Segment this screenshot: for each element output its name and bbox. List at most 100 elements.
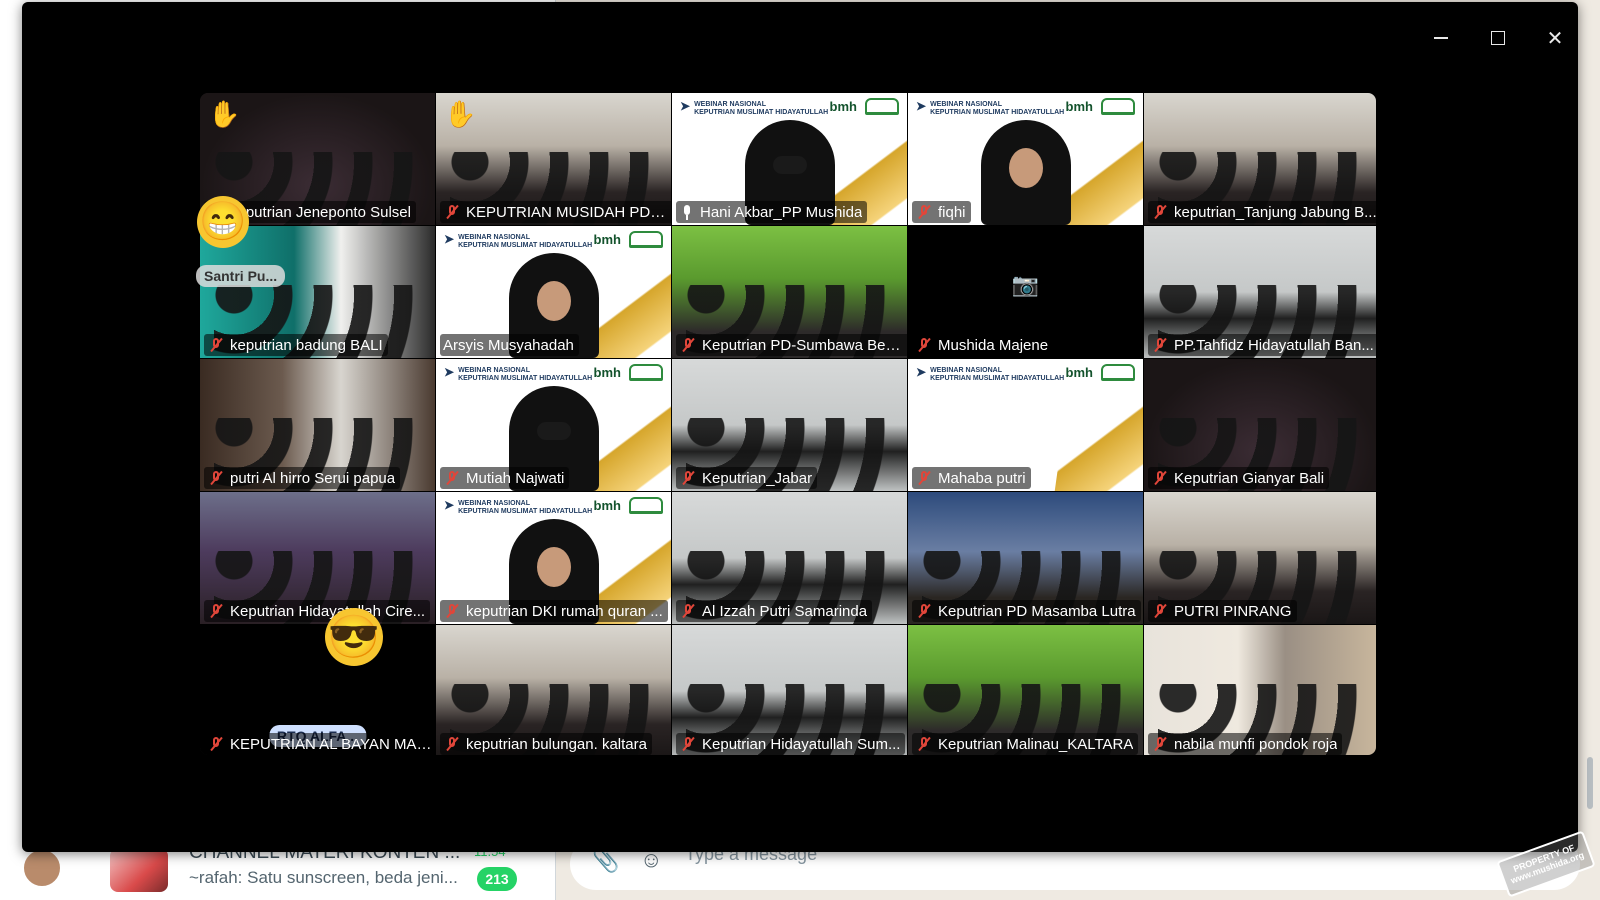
participant-name: keputrian_Tanjung Jabung B... (1174, 203, 1376, 221)
webinar-logos: bmh (594, 497, 663, 514)
webinar-header: ➤ WEBINAR NASIONAL KEPUTRIAN MUSLIMAT HIDA… (916, 366, 1065, 382)
webinar-arrow-icon: ➤ (444, 365, 455, 379)
participant-name: keputrian DKI rumah quran ... (466, 602, 663, 620)
microphone-muted-icon (1151, 336, 1169, 354)
speaker-face (1008, 148, 1043, 188)
participant-tile[interactable]: Al Izzah Putri Samarinda (672, 492, 907, 624)
participant-tile[interactable]: nabila munfi pondok roja (1144, 625, 1376, 755)
participant-name: Keputrian Gianyar Bali (1174, 469, 1325, 487)
participant-name: PUTRI PINRANG (1174, 602, 1292, 620)
meeting-window: ✕ ✋ keputrian Jeneponto Sulsel ✋ KEPUTRIAN … (22, 2, 1578, 852)
chat-scrollbar[interactable] (1587, 757, 1593, 809)
participant-name-bar: Mahaba putri (912, 467, 1031, 489)
participant-name: keputrian badung BALI (230, 336, 383, 354)
webinar-logos: bmh (1066, 364, 1135, 381)
hidayatullah-logo-icon (1101, 98, 1135, 115)
participant-tile[interactable]: ➤ WEBINAR NASIONAL KEPUTRIAN MUSLIMAT HIDA… (436, 492, 671, 624)
microphone-muted-icon (1151, 735, 1169, 753)
webinar-arrow-icon: ➤ (916, 99, 927, 113)
participant-name-bar: keputrian DKI rumah quran ... (440, 600, 668, 622)
participant-tile[interactable]: 📷 Mushida Majene (908, 226, 1143, 358)
participant-tile[interactable]: Keputrian PD-Sumbawa Bes... (672, 226, 907, 358)
profile-avatar[interactable] (22, 848, 62, 888)
maximize-button[interactable] (1482, 24, 1514, 52)
bmh-logo-icon: bmh (829, 99, 857, 114)
speaker-face (536, 281, 571, 321)
webinar-header: ➤ WEBINAR NASIONAL KEPUTRIAN MUSLIMAT HIDA… (680, 99, 829, 116)
microphone-muted-icon (915, 203, 933, 221)
participant-tile[interactable]: ➤ WEBINAR NASIONAL KEPUTRIAN MUSLIMAT HIDA… (908, 359, 1143, 491)
webinar-header: ➤ WEBINAR NASIONAL KEPUTRIAN MUSLIMAT HIDA… (916, 99, 1064, 116)
microphone-muted-icon (915, 336, 933, 354)
participant-name-bar: fiqhi (912, 201, 971, 223)
chat-preview[interactable]: ~rafah: Satu sunscreen, beda jeni... (189, 868, 458, 888)
santri-avatar-label: Santri Pu... (196, 265, 286, 287)
participant-tile[interactable]: keputrian_Tanjung Jabung B... (1144, 93, 1376, 225)
webinar-header: ➤ WEBINAR NASIONAL KEPUTRIAN MUSLIMAT HIDA… (444, 498, 593, 515)
webinar-logos: bmh (830, 98, 899, 115)
microphone-muted-icon (679, 336, 697, 354)
participant-name-bar: keputrian bulungan. kaltara (440, 733, 652, 755)
participant-name: keputrian bulungan. kaltara (466, 735, 647, 753)
participant-tile[interactable]: Keputrian Malinau_KALTARA (908, 625, 1143, 755)
participant-name: Arsyis Musyahadah (443, 336, 574, 354)
participant-name-bar: Arsyis Musyahadah (440, 334, 579, 356)
webinar-title: WEBINAR NASIONAL KEPUTRIAN MUSLIMAT HIDAY… (458, 500, 593, 515)
participant-name: KEPUTRIAN MUSIDAH PD B... (466, 203, 669, 221)
raised-hand-icon: ✋ (208, 99, 241, 129)
participant-tile[interactable]: ➤ WEBINAR NASIONAL KEPUTRIAN MUSLIMAT HIDA… (672, 93, 907, 225)
participant-tile[interactable]: Keputrian_Jabar (672, 359, 907, 491)
participant-tile[interactable]: PP.Tahfidz Hidayatullah Ban... (1144, 226, 1376, 358)
participant-name: Al Izzah Putri Samarinda (702, 602, 868, 620)
speaker-face (536, 547, 571, 587)
participant-name-bar: nabila munfi pondok roja (1148, 733, 1343, 755)
microphone-muted-icon (443, 469, 461, 487)
participant-tile[interactable]: Keputrian Gianyar Bali (1144, 359, 1376, 491)
participant-name-bar: keputrian_Tanjung Jabung B... (1148, 201, 1376, 223)
microphone-muted-icon (679, 602, 697, 620)
participant-name: Keputrian Hidayatullah Sum... (702, 735, 901, 753)
microphone-muted-icon (207, 336, 225, 354)
participant-tile[interactable]: Keputrian Hidayatullah Cire... (200, 492, 435, 624)
minimize-icon (1434, 37, 1448, 39)
raised-hand-icon: ✋ (444, 99, 477, 129)
participant-tile[interactable]: Keputrian PD Masamba Lutra (908, 492, 1143, 624)
participant-tile[interactable]: RTQ ALFA...KEPUTRIAN AL BAYAN MAK... (200, 625, 435, 755)
webinar-title: WEBINAR NASIONAL KEPUTRIAN MUSLIMAT HIDAY… (694, 101, 829, 116)
hidayatullah-logo-icon (1101, 364, 1135, 381)
participant-name: Keputrian PD-Sumbawa Bes... (702, 336, 905, 354)
microphone-muted-icon (1151, 203, 1169, 221)
webinar-title: WEBINAR NASIONAL KEPUTRIAN MUSLIMAT HIDAY… (458, 234, 593, 249)
participant-tile[interactable]: ➤ WEBINAR NASIONAL KEPUTRIAN MUSLIMAT HIDA… (908, 93, 1143, 225)
participant-name-bar: Keputrian Hidayatullah Cire... (204, 600, 431, 622)
microphone-muted-icon (679, 735, 697, 753)
participant-tile[interactable]: ➤ WEBINAR NASIONAL KEPUTRIAN MUSLIMAT HIDA… (436, 226, 671, 358)
minimize-button[interactable] (1425, 24, 1457, 52)
participant-tile[interactable]: ➤ WEBINAR NASIONAL KEPUTRIAN MUSLIMAT HIDA… (436, 359, 671, 491)
participant-name-bar: Keputrian Hidayatullah Sum... (676, 733, 906, 755)
participant-name: KEPUTRIAN AL BAYAN MAK... (230, 735, 433, 753)
participant-tile[interactable]: ✋ KEPUTRIAN MUSIDAH PD B... (436, 93, 671, 225)
participant-name-bar: KEPUTRIAN AL BAYAN MAK... (204, 733, 435, 755)
participant-name-bar: Keputrian PD-Sumbawa Bes... (676, 334, 907, 356)
participant-tile[interactable]: putri Al hirro Serui papua (200, 359, 435, 491)
participant-tile[interactable]: PUTRI PINRANG (1144, 492, 1376, 624)
participant-name-bar: Mushida Majene (912, 334, 1054, 356)
participant-name: nabila munfi pondok roja (1174, 735, 1338, 753)
participant-name-bar: Keputrian Malinau_KALTARA (912, 733, 1139, 755)
chat-thumbnail[interactable] (110, 848, 168, 892)
microphone-muted-icon (443, 203, 461, 221)
participant-name: PP.Tahfidz Hidayatullah Ban... (1174, 336, 1374, 354)
speaker-face (536, 422, 571, 440)
participant-name-bar: Keputrian_Jabar (676, 467, 818, 489)
close-button[interactable]: ✕ (1539, 24, 1571, 52)
participant-name: Mushida Majene (938, 336, 1049, 354)
speaker-figure (980, 120, 1071, 225)
webinar-title: WEBINAR NASIONAL KEPUTRIAN MUSLIMAT HIDAY… (930, 367, 1065, 382)
webinar-title: WEBINAR NASIONAL KEPUTRIAN MUSLIMAT HIDAY… (458, 367, 593, 382)
participant-tile[interactable]: Keputrian Hidayatullah Sum... (672, 625, 907, 755)
webinar-arrow-icon: ➤ (680, 99, 691, 113)
participant-tile[interactable]: keputrian badung BALI (200, 226, 435, 358)
participant-tile[interactable]: keputrian bulungan. kaltara (436, 625, 671, 755)
webinar-arrow-icon: ➤ (444, 498, 455, 512)
